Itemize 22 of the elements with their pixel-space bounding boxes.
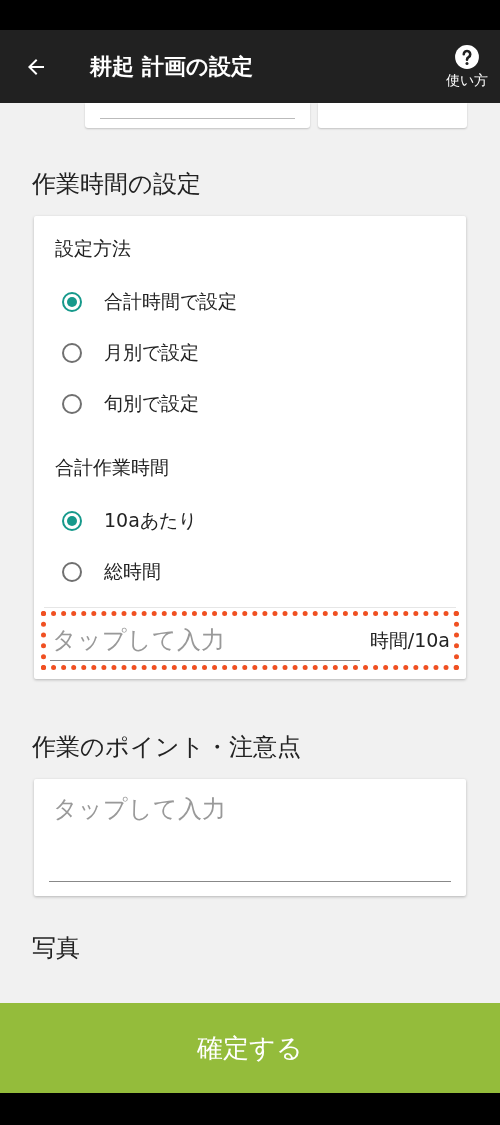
radio-button[interactable] [62, 561, 82, 582]
unit-label: 時間/10a [369, 627, 450, 653]
radio-label: 月別で設定 [104, 339, 199, 365]
radio-button[interactable] [62, 291, 82, 312]
radio-button[interactable] [62, 342, 82, 363]
radio-label: 10aあたり [104, 507, 197, 533]
group-label: 設定方法 [55, 236, 132, 261]
date-field[interactable] [85, 103, 310, 128]
radio-button[interactable] [62, 510, 82, 531]
radio-label: 総時間 [104, 558, 161, 584]
notes-field[interactable]: タップして入力 [34, 779, 466, 896]
days-field[interactable] [318, 103, 467, 128]
section-title: 写真 [32, 933, 81, 964]
section-title: 作業のポイント・注意点 [32, 732, 302, 763]
help-icon [454, 43, 480, 70]
radio-label: 旬別で設定 [104, 390, 199, 416]
radio-button[interactable] [62, 393, 82, 414]
section-title: 作業時間の設定 [32, 169, 202, 200]
help-button[interactable]: 使い方 [446, 43, 488, 90]
radio-label: 合計時間で設定 [104, 288, 237, 314]
screen-title: 耕起 計画の設定 [90, 52, 254, 81]
group-label: 合計作業時間 [55, 455, 170, 480]
